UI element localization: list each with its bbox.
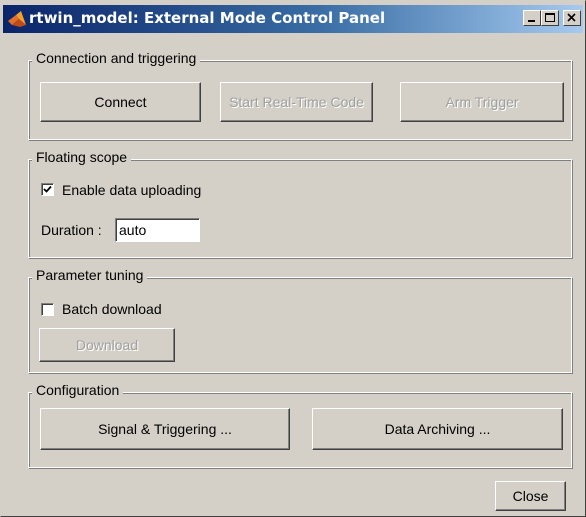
data-archiving-button[interactable]: Data Archiving ... [312, 408, 563, 450]
configuration-group-title: Configuration [32, 382, 124, 398]
external-mode-window: rtwin_model: External Mode Control Panel… [0, 0, 586, 517]
connection-group-title: Connection and triggering [32, 50, 201, 66]
close-window-button[interactable] [563, 10, 581, 26]
download-button[interactable]: Download [39, 328, 175, 362]
minimize-button[interactable] [523, 10, 541, 26]
signal-triggering-button[interactable]: Signal & Triggering ... [40, 408, 290, 450]
close-button[interactable]: Close [495, 481, 566, 511]
batch-download-checkbox[interactable] [41, 303, 54, 316]
duration-input[interactable]: auto [115, 218, 200, 242]
floating-scope-group-title: Floating scope [32, 149, 132, 165]
parameter-tuning-group-title: Parameter tuning [32, 267, 148, 283]
batch-download-label: Batch download [62, 301, 162, 317]
matlab-logo-icon [7, 10, 27, 28]
floating-scope-group [28, 159, 572, 258]
maximize-button[interactable] [541, 10, 559, 26]
window-title: rtwin_model: External Mode Control Panel [29, 9, 386, 27]
enable-data-uploading-checkbox[interactable] [41, 183, 54, 196]
start-real-time-code-button[interactable]: Start Real-Time Code [220, 82, 373, 122]
enable-data-uploading-label: Enable data uploading [62, 182, 202, 198]
duration-label: Duration : [41, 222, 102, 238]
title-bar[interactable]: rtwin_model: External Mode Control Panel [3, 5, 583, 33]
connect-button[interactable]: Connect [40, 82, 201, 122]
arm-trigger-button[interactable]: Arm Trigger [400, 82, 564, 122]
